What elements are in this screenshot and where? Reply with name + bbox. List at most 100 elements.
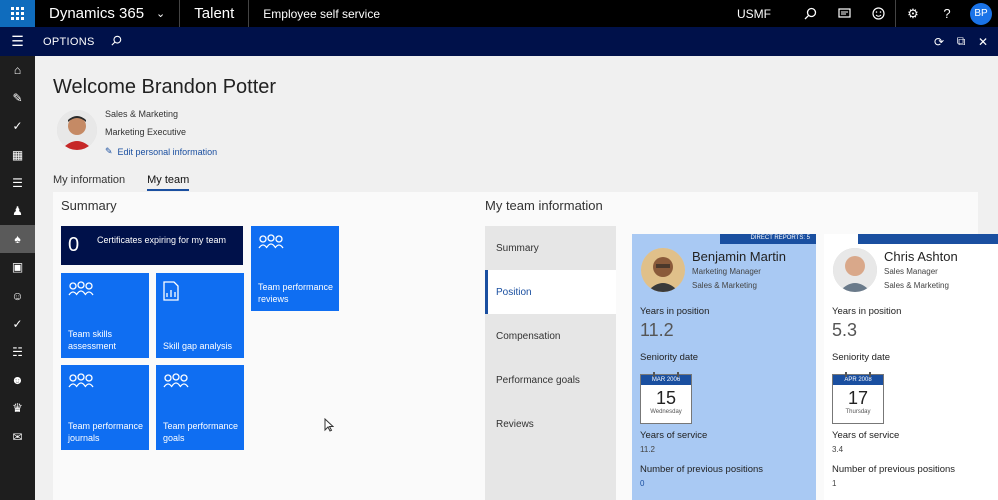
direct-reports-badge: DIRECT REPORTS: 5 (720, 234, 816, 244)
team-performance-reviews-tile[interactable]: Team performance reviews (251, 226, 339, 311)
list-icon[interactable]: ☰ (0, 169, 35, 197)
seniority-calendar: MAR 2006 15 Wednesday (640, 372, 692, 424)
cert-label: Certificates expiring for my team (97, 235, 227, 245)
card-header-band (858, 234, 998, 244)
people-group-icon (258, 234, 284, 253)
product-name: Dynamics 365 (49, 5, 145, 22)
team-icon[interactable]: ♠ (0, 225, 35, 254)
team-performance-goals-tile[interactable]: Team performance goals (156, 365, 244, 450)
hamburger-icon[interactable]: ☰ (0, 27, 35, 56)
calendar-month: MAR 2006 (641, 372, 691, 385)
tab-my-information[interactable]: My information (53, 174, 125, 191)
member-photo (833, 248, 877, 292)
calendar-month: APR 2008 (833, 372, 883, 385)
edit-personal-info-link[interactable]: ✎ Edit personal information (105, 146, 217, 157)
menu-compensation[interactable]: Compensation (485, 314, 616, 358)
member-dept: Sales & Marketing (884, 281, 949, 290)
user-avatar[interactable]: BP (970, 2, 992, 25)
summary-title: Summary (61, 198, 117, 213)
checkmark-icon[interactable]: ✓ (0, 310, 35, 338)
prev-positions-value: 1 (832, 479, 837, 488)
org-chart-icon[interactable]: ☵ (0, 338, 35, 366)
tab-my-team[interactable]: My team (147, 174, 190, 191)
seniority-label: Seniority date (832, 352, 891, 363)
badge-icon[interactable]: ▣ (0, 253, 35, 281)
close-icon[interactable]: ✕ (972, 35, 994, 49)
calendar-day: 17 (847, 388, 869, 408)
service-value: 3.4 (832, 445, 844, 454)
people-group-icon (68, 281, 94, 300)
options-button[interactable]: OPTIONS (43, 36, 95, 48)
menu-performance-goals[interactable]: Performance goals (485, 358, 616, 402)
people-group-icon (163, 373, 189, 392)
people-icon[interactable]: ♟ (0, 197, 35, 225)
team-member-card[interactable]: Chris Ashton Sales Manager Sales & Marke… (824, 234, 998, 500)
chevron-down-icon: ⌄ (156, 8, 166, 20)
calendar-weekday: Thursday (845, 409, 871, 415)
tile-label: Team skills assessment (68, 329, 117, 351)
gear-icon[interactable]: ⚙ (896, 0, 930, 27)
refresh-icon[interactable]: ⟳ (928, 35, 950, 49)
team-info-menu: Summary Position Compensation Performanc… (485, 226, 616, 500)
member-dept: Sales & Marketing (692, 281, 757, 290)
member-name[interactable]: Chris Ashton (884, 249, 958, 264)
team-member-card[interactable]: DIRECT REPORTS: 5 Benjamin Martin Market… (632, 234, 816, 500)
years-position-label: Years in position (640, 306, 710, 317)
app-name[interactable]: Talent (194, 5, 234, 22)
service-label: Years of service (832, 430, 900, 441)
gallery-icon[interactable]: ▦ (0, 141, 35, 169)
department-label: Sales & Marketing (105, 109, 179, 119)
smiley-icon[interactable] (861, 0, 895, 27)
home-icon[interactable]: ⌂ (0, 56, 35, 84)
page-title: Welcome Brandon Potter (53, 76, 277, 98)
pencil-icon: ✎ (105, 146, 113, 156)
years-position-label: Years in position (832, 306, 902, 317)
edit-link-label: Edit personal information (117, 146, 218, 157)
skill-gap-analysis-tile[interactable]: Skill gap analysis (156, 273, 244, 358)
product-switcher[interactable]: Dynamics 365 ⌄ (49, 5, 165, 22)
service-label: Years of service (640, 430, 708, 441)
message-icon[interactable] (827, 0, 861, 27)
tab-strip: My information My team (53, 174, 190, 191)
calendar-weekday: Wednesday (650, 409, 682, 415)
person-add-icon[interactable]: ☻ (0, 366, 35, 394)
checkmark-icon[interactable]: ✓ (0, 112, 35, 140)
main-area: Welcome Brandon Potter Sales & Marketing… (35, 56, 998, 500)
years-position-value: 11.2 (640, 320, 674, 340)
certificates-tile[interactable]: 0 Certificates expiring for my team (61, 226, 243, 265)
content-panel: Summary 0 Certificates expiring for my t… (53, 192, 998, 500)
member-name[interactable]: Benjamin Martin (692, 249, 786, 264)
chat-icon[interactable]: ✉ (0, 422, 35, 450)
team-info-title: My team information (485, 198, 603, 213)
company-picker[interactable]: USMF (737, 7, 771, 21)
module-name[interactable]: Employee self service (263, 7, 380, 21)
member-job: Sales Manager (884, 267, 938, 276)
person-settings-icon[interactable]: ☺ (0, 282, 35, 310)
menu-reviews[interactable]: Reviews (485, 402, 616, 446)
tile-label: Skill gap analysis (163, 341, 233, 351)
menu-position[interactable]: Position (485, 270, 616, 314)
open-new-window-icon[interactable]: ⧉ (950, 34, 972, 49)
search-icon[interactable] (793, 0, 827, 27)
tile-label: Team performance reviews (258, 282, 334, 304)
tile-label: Team performance goals (163, 421, 239, 443)
team-skills-assessment-tile[interactable]: Team skills assessment (61, 273, 149, 358)
left-nav: ⌂ ✎ ✓ ▦ ☰ ♟ ♠ ▣ ☺ ✓ ☵ ☻ ♛ ✉ (0, 56, 35, 500)
team-performance-journals-tile[interactable]: Team performance journals (61, 365, 149, 450)
menu-summary[interactable]: Summary (485, 226, 616, 270)
options-bar: ☰ OPTIONS ⟳ ⧉ ✕ (0, 27, 998, 56)
member-photo (641, 248, 685, 292)
calendar-day: 15 (655, 388, 677, 408)
app-launcher-button[interactable] (0, 0, 35, 27)
prev-positions-value[interactable]: 0 (640, 479, 644, 488)
seniority-calendar: APR 2008 17 Thursday (832, 372, 884, 424)
prev-positions-label: Number of previous positions (640, 464, 764, 475)
search-icon[interactable] (111, 35, 122, 49)
document-edit-icon[interactable]: ✎ (0, 84, 35, 112)
top-bar: Dynamics 365 ⌄ Talent Employee self serv… (0, 0, 998, 27)
group-settings-icon[interactable]: ♛ (0, 394, 35, 422)
seniority-label: Seniority date (640, 352, 699, 363)
prev-positions-label: Number of previous positions (832, 464, 956, 475)
help-icon[interactable]: ? (930, 0, 964, 27)
waffle-icon (11, 7, 24, 20)
